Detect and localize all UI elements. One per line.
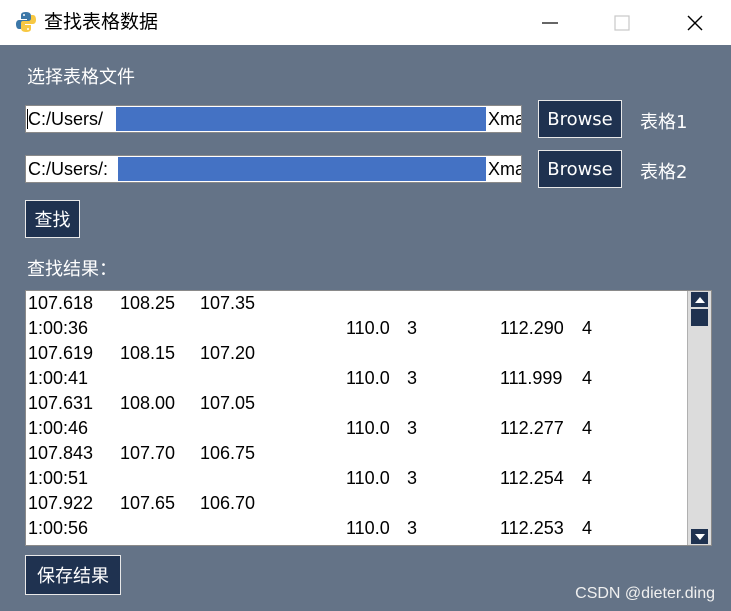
file2-table-label: 表格2 (640, 162, 688, 183)
result-line-value: 110.0 (346, 418, 390, 438)
result-line-value: 107.70 (120, 443, 176, 463)
result-line-value: 110.0 (346, 368, 390, 388)
scroll-up-button[interactable] (691, 292, 708, 307)
result-line-time: 1:00:51 (28, 468, 89, 488)
result-line-value: 106.75 (200, 443, 256, 463)
result-line-time: 1:00:36 (28, 318, 89, 338)
watermark-text: CSDN @dieter.ding (575, 585, 715, 602)
result-line-value: 107.65 (120, 493, 176, 513)
maximize-button[interactable] (587, 0, 657, 45)
result-line-value: 107.35 (200, 293, 256, 313)
file2-path-prefix: C:/Users/: (28, 159, 109, 179)
result-line-value: 107.618 (28, 293, 94, 313)
arrow-up-icon (694, 296, 705, 303)
result-line-value: 108.00 (120, 393, 176, 413)
minimize-button[interactable] (515, 0, 585, 45)
file2-path-suffix: Xma (488, 159, 522, 179)
result-line-value: 106.70 (200, 493, 256, 513)
title-bar: 查找表格数据 (0, 0, 731, 45)
text-caret (27, 109, 28, 129)
result-line-value: 108.15 (120, 343, 176, 363)
file1-path-selection (116, 107, 486, 131)
result-line-value: 112.290 (500, 318, 564, 338)
result-line-value: 110.0 (346, 318, 390, 338)
scroll-down-button[interactable] (691, 529, 708, 544)
result-line-value: 4 (582, 418, 593, 438)
result-line-value: 4 (582, 468, 593, 488)
result-line-value: 111.999 (500, 368, 563, 388)
save-results-button[interactable]: 保存结果 (25, 555, 121, 595)
file1-path-prefix: C:/Users/ (28, 109, 104, 129)
search-button[interactable]: 查找 (25, 200, 80, 238)
arrow-down-icon (694, 533, 705, 540)
close-icon (687, 15, 703, 30)
result-line-value: 3 (407, 468, 418, 488)
results-textbox[interactable]: 107.618 108.25 107.35 1:00:36 110.0 3 11… (25, 290, 712, 546)
result-line-value: 108.25 (120, 293, 176, 313)
result-line-value: 107.922 (28, 493, 94, 513)
section-label: 选择表格文件 (27, 67, 135, 88)
result-line-value: 107.843 (28, 443, 94, 463)
maximize-icon (614, 14, 630, 31)
results-label: 查找结果： (27, 259, 117, 280)
close-button[interactable] (660, 0, 730, 45)
python-icon (16, 12, 36, 32)
results-scrollbar[interactable] (687, 291, 711, 545)
result-line-value: 3 (407, 418, 418, 438)
result-line-value: 112.254 (500, 468, 564, 488)
result-line-value: 3 (407, 318, 418, 338)
result-line-value: 110.0 (346, 518, 390, 538)
result-line-value: 3 (407, 368, 418, 388)
file1-path-suffix: Xma (488, 109, 522, 129)
result-line-value: 107.05 (200, 393, 256, 413)
file2-path-input[interactable]: C:/Users/: Xma (25, 155, 522, 183)
file1-browse-button[interactable]: Browse (538, 100, 622, 138)
result-line-value: 112.253 (500, 518, 564, 538)
file1-table-label: 表格1 (640, 112, 688, 133)
file2-browse-button[interactable]: Browse (538, 150, 622, 188)
window-title: 查找表格数据 (44, 11, 159, 33)
main-panel: 选择表格文件 C:/Users/ Xma Browse 表格1 C:/Users… (0, 45, 731, 611)
file2-path-selection (118, 157, 486, 181)
result-line-value: 107.631 (28, 393, 94, 413)
scrollbar-thumb[interactable] (691, 309, 708, 326)
result-line-time: 1:00:41 (28, 368, 89, 388)
result-line-value: 110.0 (346, 468, 390, 488)
minimize-icon (542, 21, 558, 24)
file1-path-input[interactable]: C:/Users/ Xma (25, 105, 522, 133)
result-line-value: 107.20 (200, 343, 256, 363)
result-line-value: 4 (582, 518, 593, 538)
result-line-time: 1:00:46 (28, 418, 89, 438)
result-line-value: 4 (582, 318, 593, 338)
result-line-value: 4 (582, 368, 593, 388)
result-line-value: 112.277 (500, 418, 564, 438)
result-line-value: 107.619 (28, 343, 94, 363)
result-line-time: 1:00:56 (28, 518, 89, 538)
result-line-value: 3 (407, 518, 418, 538)
